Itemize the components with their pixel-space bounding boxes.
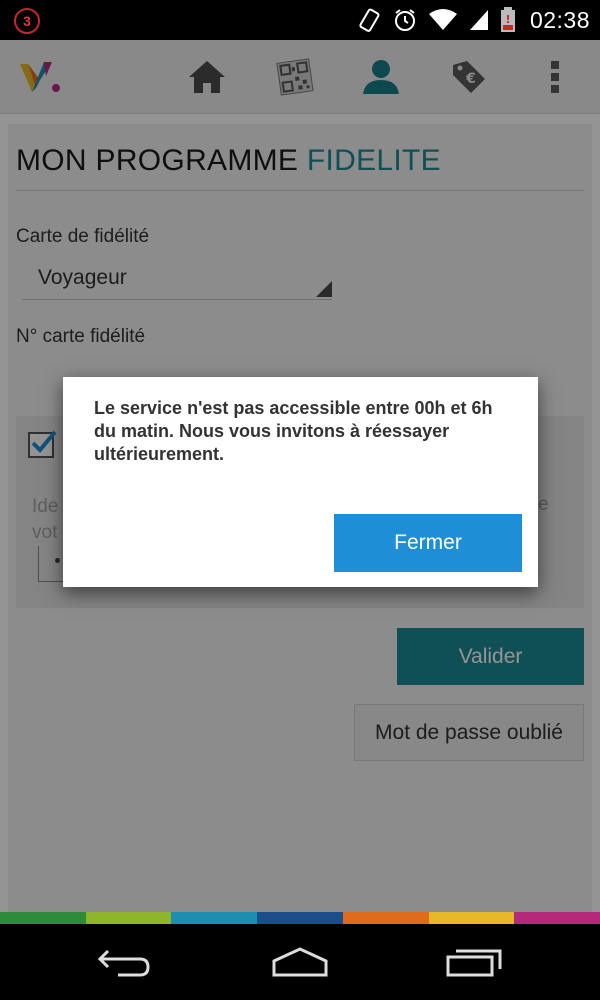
back-button[interactable] (94, 942, 154, 982)
brand-strip-segment (171, 912, 258, 924)
alert-dialog: Le service n'est pas accessible entre 00… (63, 377, 538, 587)
back-icon (97, 949, 150, 977)
brand-strip-segment (85, 912, 172, 924)
brand-strip-segment (0, 912, 86, 924)
dialog-message: Le service n'est pas accessible entre 00… (94, 398, 493, 464)
wifi-icon (428, 9, 457, 30)
system-nav-bar (0, 924, 600, 1000)
home-nav-button[interactable] (270, 942, 330, 982)
battery-low-icon: ! (500, 7, 515, 32)
signal-icon (469, 10, 488, 30)
brand-strip-segment (342, 912, 429, 924)
home-outline-icon (272, 947, 328, 977)
recents-icon (446, 949, 502, 977)
recents-button[interactable] (444, 942, 504, 982)
status-icons: ! 02:38 (356, 4, 590, 36)
panel-text-partial-right: e (538, 494, 549, 515)
brand-color-strip (0, 912, 600, 924)
close-button[interactable]: Fermer (334, 514, 522, 572)
brand-strip-segment (514, 912, 600, 924)
status-time: 02:38 (529, 6, 590, 33)
notification-badge: 3 (14, 8, 40, 34)
rotate-icon (359, 8, 380, 32)
brand-strip-segment (428, 912, 515, 924)
status-bar: 3 ! 02:38 (0, 0, 600, 40)
alarm-icon (394, 9, 415, 31)
svg-text:!: ! (505, 13, 510, 26)
brand-strip-segment (257, 912, 343, 924)
panel-text-partial-left: Ide vot (32, 496, 59, 543)
